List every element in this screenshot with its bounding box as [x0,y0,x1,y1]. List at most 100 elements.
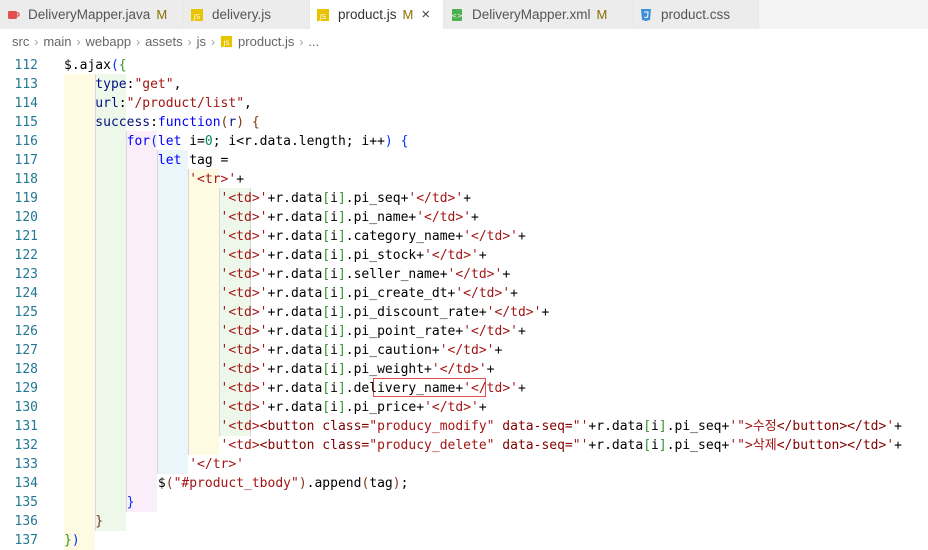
code-line[interactable]: 133 '</tr>' [0,455,928,474]
breadcrumb-item[interactable]: src [12,34,29,49]
code-token: .category_name+ [345,229,464,244]
code-token: .pi_stock+ [345,248,425,263]
code-line[interactable]: 122 '<td>'+r.data[i].pi_stock+'</td>'+ [0,246,928,265]
code-token: +r.data [267,191,323,206]
code-editor[interactable]: 112 $.ajax({113 type:"get", 114 url:"/prod… [0,55,928,550]
code-line[interactable]: 112 $.ajax({ [0,56,928,75]
code-line[interactable]: 118 '<tr>'+ [0,170,928,189]
breadcrumb-item[interactable]: main [43,34,71,49]
svg-text:JS: JS [319,13,327,21]
breadcrumb-item[interactable]: ... [308,34,319,49]
code-token: +r.data [267,400,323,415]
code-line[interactable]: 135 } [0,493,928,512]
code-token: ) [384,134,393,149]
code-token: '<tr>' [64,172,237,187]
breadcrumb-item[interactable]: product.js [238,34,294,49]
code-line[interactable]: 124 '<td>'+r.data[i].pi_create_dt+'</td>… [0,284,928,303]
code-token: let [157,134,182,149]
code-token: +r.data [267,324,323,339]
code-token: success [64,115,151,130]
code-token: i [330,305,338,320]
code-token: type [64,77,127,92]
code-token: '</td>' [424,248,479,263]
xml-file-icon: <> [450,8,464,22]
code-line[interactable]: 136 } [0,512,928,531]
breadcrumb-item[interactable]: webapp [86,34,132,49]
code-token: .pi_seq+ [666,438,730,453]
chevron-right-icon: › [34,34,39,49]
code-token: .pi_name+ [345,210,417,225]
code-token: '">수정 [729,419,777,434]
tab-deliverymapper-xml[interactable]: <> DeliveryMapper.xml M [444,0,633,29]
close-icon[interactable]: × [421,6,430,23]
code-token: '<td>' [64,191,268,206]
code-token: +r.data [588,419,644,434]
code-line[interactable]: 134 $("#product_tbody").append(tag); [0,474,928,493]
code-token: i= [181,134,205,149]
code-token: '<td>' [64,229,268,244]
js-file-icon: JS [316,8,330,22]
code-line[interactable]: 127 '<td>'+r.data[i].pi_caution+'</td>'+ [0,341,928,360]
tab-product-css[interactable]: product.css [633,0,759,29]
line-number: 114 [14,96,38,111]
breadcrumb-item[interactable]: js [197,34,206,49]
line-number: 132 [14,438,38,453]
tab-label: DeliveryMapper.java [28,7,151,22]
code-token: ] [337,305,346,320]
code-token: ] [658,419,667,434]
code-line[interactable]: 137}) [0,531,928,550]
tab-delivery-js[interactable]: JS delivery.js [184,0,310,29]
breadcrumb-item[interactable]: assets [145,34,183,49]
code-line[interactable]: 114 url:"/product/list", [0,94,928,113]
code-token: + [236,172,245,187]
code-text: '<td>'+r.data[i].pi_caution+'</td>'+ [64,341,503,360]
tab-label: product.css [661,7,731,22]
js-file-icon: JS [220,35,233,48]
code-line[interactable]: 131 '<td><button class="producy_modify" … [0,417,928,436]
code-token: '<td>' [64,267,268,282]
code-token: i [330,191,338,206]
line-number: 120 [14,210,38,225]
code-token: data-seq= [494,419,573,434]
code-line[interactable]: 115 success:function(r) { [0,113,928,132]
code-token: </button></td> [776,438,887,453]
code-line[interactable]: 120 '<td>'+r.data[i].pi_name+'</td>'+ [0,208,928,227]
code-token: ' [886,419,895,434]
code-text: success:function(r) { [64,113,259,132]
code-line[interactable]: 123 '<td>'+r.data[i].seller_name+'</td>'… [0,265,928,284]
code-token: url [64,96,119,111]
code-token: + [494,343,503,358]
line-number: 126 [14,324,38,339]
code-line[interactable]: 128 '<td>'+r.data[i].pi_weight+'</td>'+ [0,360,928,379]
code-line[interactable]: 132 '<td><button class="producy_delete" … [0,436,928,455]
code-line[interactable]: 125 '<td>'+r.data[i].pi_discount_rate+'<… [0,303,928,322]
code-token: ] [337,267,346,282]
code-token: '<td>' [64,381,268,396]
code-text: '<tr>'+ [64,170,244,189]
code-line[interactable]: 116 for(let i=0; i<r.data.length; i++) { [0,132,928,151]
code-token: [ [322,286,331,301]
code-line[interactable]: 117 let tag = [0,151,928,170]
code-token: + [478,248,487,263]
code-token: .pi_price+ [345,400,425,415]
code-line[interactable]: 130 '<td>'+r.data[i].pi_price+'</td>'+ [0,398,928,417]
code-text: }) [64,531,80,550]
code-token: i [330,248,338,263]
code-token: 0 [204,134,213,149]
chevron-right-icon: › [211,34,216,49]
code-token: + [486,362,495,377]
code-line[interactable]: 129 '<td>'+r.data[i].delivery_name+'</td… [0,379,928,398]
code-line[interactable]: 113 type:"get", [0,75,928,94]
tab-product-js[interactable]: JS product.js M × [310,0,444,29]
svg-text:JS: JS [193,13,201,21]
code-token: '</td>' [424,400,479,415]
code-token: $.ajax [64,58,111,73]
code-line[interactable]: 121 '<td>'+r.data[i].category_name+'</td… [0,227,928,246]
tab-deliverymapper-java[interactable]: DeliveryMapper.java M [0,0,184,29]
code-line[interactable]: 119 '<td>'+r.data[i].pi_seq+'</td>'+ [0,189,928,208]
code-token: ] [337,362,346,377]
tab-label: DeliveryMapper.xml [472,7,591,22]
code-line[interactable]: 126 '<td>'+r.data[i].pi_point_rate+'</td… [0,322,928,341]
line-number: 121 [14,229,38,244]
